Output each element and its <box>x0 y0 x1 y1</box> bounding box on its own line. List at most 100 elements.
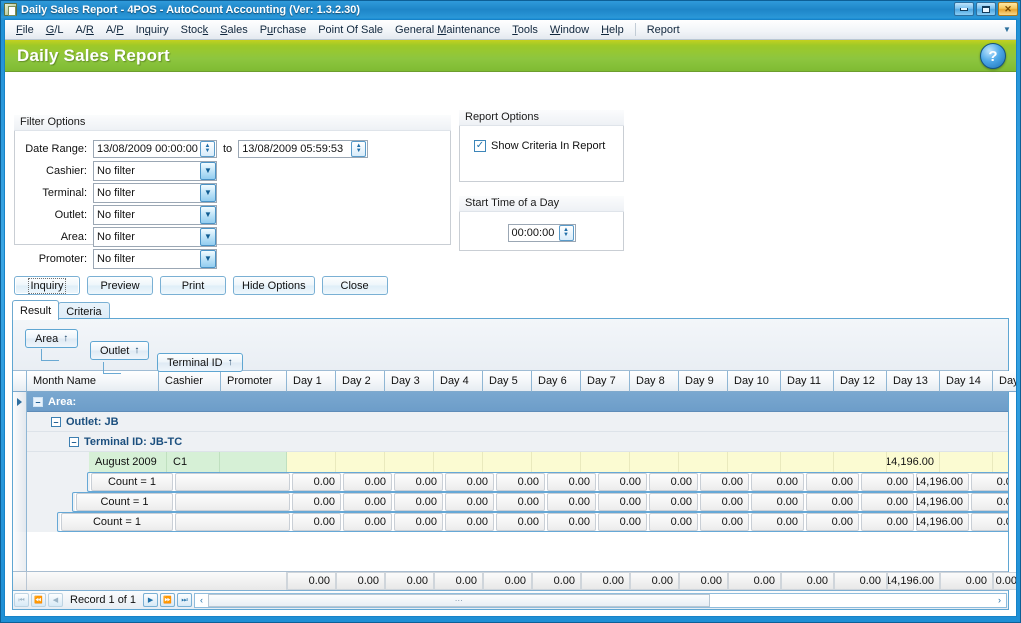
nav-prev-button[interactable]: ◀ <box>48 593 63 607</box>
promoter-select[interactable]: No filter ▼ <box>93 248 217 269</box>
promoter-value: No filter <box>97 252 135 265</box>
inquiry-button[interactable]: Inquiry <box>14 276 80 295</box>
menu-item-sales[interactable]: Sales <box>214 22 254 38</box>
column-header-day-7[interactable]: Day 7 <box>581 371 630 392</box>
group-row[interactable]: – Outlet: JB <box>13 412 1008 432</box>
date-from-input[interactable]: 13/08/2009 00:00:00 ▲ ▼ <box>93 139 217 158</box>
menu-item-ap[interactable]: A/P <box>100 22 130 38</box>
chevron-down-icon[interactable]: ▼ <box>200 183 216 202</box>
checkbox-icon[interactable]: ✓ <box>474 140 486 152</box>
cashier-select[interactable]: No filter ▼ <box>93 160 217 181</box>
column-header-day-14[interactable]: Day 14 <box>940 371 993 392</box>
row-gutter[interactable] <box>13 432 27 452</box>
preview-button[interactable]: Preview <box>87 276 153 295</box>
collapse-icon[interactable]: – <box>51 416 61 427</box>
summary-row[interactable]: August 2009 C1 14,196.00 <box>13 452 1008 472</box>
group-chip-outlet[interactable]: Outlet ↑ <box>90 341 150 360</box>
date-from-spinner[interactable]: ▲ ▼ <box>200 140 215 157</box>
scroll-right-icon[interactable]: › <box>993 594 1006 607</box>
collapse-icon[interactable]: – <box>33 396 43 407</box>
area-select[interactable]: No filter ▼ <box>93 226 217 247</box>
collapse-icon[interactable]: – <box>69 436 79 447</box>
column-header-day-4[interactable]: Day 4 <box>434 371 483 392</box>
row-gutter[interactable] <box>13 512 27 532</box>
column-header-promoter[interactable]: Promoter <box>221 371 287 392</box>
menu-item-gl[interactable]: G/L <box>40 22 70 38</box>
start-time-input[interactable]: 00:00:00 ▲ ▼ <box>507 224 576 242</box>
column-header-day-10[interactable]: Day 10 <box>728 371 781 392</box>
row-gutter[interactable] <box>13 412 27 432</box>
sort-ascending-icon[interactable]: ↑ <box>228 357 233 368</box>
column-header-day-1[interactable]: Day 1 <box>287 371 336 392</box>
minimize-button[interactable] <box>954 2 974 16</box>
close-button[interactable]: ✕ <box>998 2 1018 16</box>
column-header-day-8[interactable]: Day 8 <box>630 371 679 392</box>
column-header-month-name[interactable]: Month Name <box>27 371 159 392</box>
nav-next-button[interactable]: ▶ <box>143 593 159 607</box>
chevron-down-icon[interactable]: ▼ <box>200 249 216 268</box>
hide-options-button[interactable]: Hide Options <box>233 276 315 295</box>
help-icon[interactable]: ? <box>980 43 1006 69</box>
nav-last-button[interactable]: ⏭ <box>177 593 193 607</box>
chevron-down-icon[interactable]: ▼ <box>200 205 216 224</box>
group-row[interactable]: – Area: <box>13 392 1008 412</box>
sort-ascending-icon[interactable]: ↑ <box>134 345 139 356</box>
count-row[interactable]: Count = 1 0.00 0.00 0.00 0.00 0.00 0.00 0.00 0.0… <box>13 472 1008 492</box>
chevron-down-icon[interactable]: ▼ <box>1000 22 1014 37</box>
column-header-day-5[interactable]: Day 5 <box>483 371 532 392</box>
column-header-day-2[interactable]: Day 2 <box>336 371 385 392</box>
menu-item-stock[interactable]: Stock <box>175 22 215 38</box>
row-gutter[interactable] <box>13 552 27 571</box>
column-header-day-13[interactable]: Day 13 <box>887 371 940 392</box>
result-grid: Area ↑ Outlet ↑ Terminal ID ↑ Month Name… <box>12 318 1016 610</box>
start-time-spinner[interactable]: ▲ ▼ <box>558 225 574 241</box>
date-to-spinner[interactable]: ▲ ▼ <box>351 140 367 157</box>
menu-item-file[interactable]: File <box>10 22 40 38</box>
menu-item-point-of-sale[interactable]: Point Of Sale <box>312 22 389 38</box>
terminal-select[interactable]: No filter ▼ <box>93 182 217 203</box>
menu-item-report[interactable]: Report <box>641 22 686 38</box>
column-header-day-1-overflow[interactable]: Day 1 <box>993 371 1016 392</box>
outlet-select[interactable]: No filter ▼ <box>93 204 217 225</box>
menu-item-tools[interactable]: Tools <box>506 22 544 38</box>
sort-ascending-icon[interactable]: ↑ <box>63 333 68 344</box>
column-header-day-3[interactable]: Day 3 <box>385 371 434 392</box>
nav-next-page-button[interactable]: ⏩ <box>160 593 176 607</box>
maximize-button[interactable] <box>976 2 996 16</box>
count-row[interactable]: Count = 1 0.00 0.00 0.00 0.00 0.00 0.00 0.00 0.0… <box>13 492 1008 512</box>
menu-item-window[interactable]: Window <box>544 22 595 38</box>
column-header-day-9[interactable]: Day 9 <box>679 371 728 392</box>
menu-item-help[interactable]: Help <box>595 22 630 38</box>
column-header-day-6[interactable]: Day 6 <box>532 371 581 392</box>
horizontal-scrollbar[interactable]: ‹ ⋯ › <box>194 592 1007 608</box>
menu-item-purchase[interactable]: Purchase <box>254 22 313 38</box>
close-report-button[interactable]: Close <box>321 276 388 295</box>
show-criteria-row[interactable]: ✓ Show Criteria In Report <box>474 140 623 152</box>
chevron-down-icon[interactable]: ▼ <box>200 161 216 180</box>
menu-item-ar[interactable]: A/R <box>70 22 100 38</box>
scroll-left-icon[interactable]: ‹ <box>195 594 208 607</box>
row-gutter[interactable] <box>13 492 27 512</box>
column-header-cashier[interactable]: Cashier <box>159 371 221 392</box>
column-header-day-11[interactable]: Day 11 <box>781 371 834 392</box>
group-chip-terminal-id[interactable]: Terminal ID ↑ <box>157 353 243 372</box>
row-gutter[interactable] <box>13 532 27 552</box>
chevron-down-icon[interactable]: ▼ <box>200 227 216 246</box>
print-button[interactable]: Print <box>160 276 226 295</box>
summary-day-3 <box>385 452 434 472</box>
tab-result[interactable]: Result <box>12 300 60 320</box>
nav-first-button[interactable]: ⏮ <box>14 593 29 607</box>
group-chip-area[interactable]: Area ↑ <box>25 329 79 348</box>
nav-prev-page-button[interactable]: ⏪ <box>31 593 46 607</box>
group-row[interactable]: – Terminal ID: JB-TC <box>13 432 1008 452</box>
menu-item-inquiry[interactable]: Inquiry <box>130 22 175 38</box>
menu-item-general-maintenance[interactable]: General Maintenance <box>389 22 506 38</box>
date-to-input[interactable]: 13/08/2009 05:59:53 ▲ ▼ <box>238 139 369 158</box>
scrollbar-track[interactable]: ⋯ <box>208 593 993 607</box>
count-row[interactable]: Count = 1 0.00 0.00 0.00 0.00 0.00 0.00 0.00 0.0… <box>13 512 1008 532</box>
column-header-day-12[interactable]: Day 12 <box>834 371 887 392</box>
row-gutter[interactable] <box>13 392 27 412</box>
row-gutter[interactable] <box>13 452 27 472</box>
scrollbar-thumb[interactable]: ⋯ <box>208 593 711 607</box>
row-gutter[interactable] <box>13 472 27 492</box>
